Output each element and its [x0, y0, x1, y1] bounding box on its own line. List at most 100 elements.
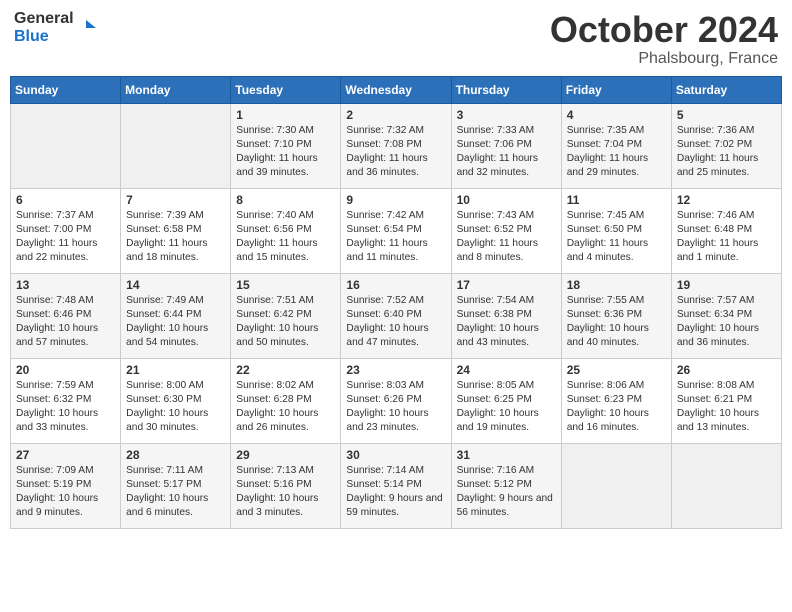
day-detail: Sunrise: 7:40 AM Sunset: 6:56 PM Dayligh…: [236, 209, 335, 266]
day-number: 2: [346, 108, 445, 122]
weekday-header-row: SundayMondayTuesdayWednesdayThursdayFrid…: [11, 76, 782, 103]
day-detail: Sunrise: 8:03 AM Sunset: 6:26 PM Dayligh…: [346, 379, 445, 436]
day-detail: Sunrise: 7:35 AM Sunset: 7:04 PM Dayligh…: [567, 124, 666, 181]
day-detail: Sunrise: 8:06 AM Sunset: 6:23 PM Dayligh…: [567, 379, 666, 436]
calendar-day-cell: [121, 103, 231, 188]
calendar-day-cell: 19Sunrise: 7:57 AM Sunset: 6:34 PM Dayli…: [671, 273, 781, 358]
day-number: 23: [346, 363, 445, 377]
logo: General Blue: [14, 10, 98, 47]
calendar-day-cell: 17 Sunrise: 7:54 AM Sunset: 6:38 PM Dayli…: [451, 273, 561, 358]
calendar-day-cell: 21 Sunrise: 8:00 AM Sunset: 6:30 PM Dayli…: [121, 358, 231, 443]
calendar-day-cell: 16 Sunrise: 7:52 AM Sunset: 6:40 PM Dayli…: [341, 273, 451, 358]
day-number: 4: [567, 108, 666, 122]
day-number: 20: [16, 363, 115, 377]
logo-blue: Blue: [14, 28, 49, 45]
day-number: 8: [236, 193, 335, 207]
calendar-day-cell: 13 Sunrise: 7:48 AM Sunset: 6:46 PM Dayli…: [11, 273, 121, 358]
day-detail: Sunrise: 7:49 AM Sunset: 6:44 PM Dayligh…: [126, 294, 225, 351]
calendar-day-cell: 22 Sunrise: 8:02 AM Sunset: 6:28 PM Dayli…: [231, 358, 341, 443]
calendar-week-row: 6 Sunrise: 7:37 AM Sunset: 7:00 PM Daylig…: [11, 188, 782, 273]
calendar-day-cell: 3 Sunrise: 7:33 AM Sunset: 7:06 PM Daylig…: [451, 103, 561, 188]
day-detail: Sunrise: 7:37 AM Sunset: 7:00 PM Dayligh…: [16, 209, 115, 266]
day-detail: Sunrise: 7:43 AM Sunset: 6:52 PM Dayligh…: [457, 209, 556, 266]
day-detail: Sunrise: 7:39 AM Sunset: 6:58 PM Dayligh…: [126, 209, 225, 266]
day-number: 17: [457, 278, 556, 292]
day-number: 9: [346, 193, 445, 207]
day-number: 1: [236, 108, 335, 122]
logo-general: General: [14, 10, 74, 27]
page-header: General Blue October 2024 Phalsbourg, Fr…: [10, 10, 782, 68]
day-detail: Sunrise: 7:54 AM Sunset: 6:38 PM Dayligh…: [457, 294, 556, 351]
day-detail: Sunrise: 7:14 AM Sunset: 5:14 PM Dayligh…: [346, 464, 445, 521]
day-number: 29: [236, 448, 335, 462]
calendar-day-cell: 5Sunrise: 7:36 AM Sunset: 7:02 PM Daylig…: [671, 103, 781, 188]
day-number: 31: [457, 448, 556, 462]
day-detail: Sunrise: 7:11 AM Sunset: 5:17 PM Dayligh…: [126, 464, 225, 521]
day-number: 22: [236, 363, 335, 377]
calendar-day-cell: 10 Sunrise: 7:43 AM Sunset: 6:52 PM Dayli…: [451, 188, 561, 273]
calendar-table: SundayMondayTuesdayWednesdayThursdayFrid…: [10, 76, 782, 529]
day-number: 26: [677, 363, 776, 377]
day-detail: Sunrise: 8:08 AM Sunset: 6:21 PM Dayligh…: [677, 379, 776, 436]
calendar-week-row: 1 Sunrise: 7:30 AM Sunset: 7:10 PM Daylig…: [11, 103, 782, 188]
calendar-day-cell: 25 Sunrise: 8:06 AM Sunset: 6:23 PM Dayli…: [561, 358, 671, 443]
day-number: 28: [126, 448, 225, 462]
day-number: 3: [457, 108, 556, 122]
calendar-day-cell: 1 Sunrise: 7:30 AM Sunset: 7:10 PM Daylig…: [231, 103, 341, 188]
day-number: 24: [457, 363, 556, 377]
day-number: 25: [567, 363, 666, 377]
calendar-day-cell: [11, 103, 121, 188]
weekday-header: Saturday: [671, 76, 781, 103]
day-detail: Sunrise: 7:32 AM Sunset: 7:08 PM Dayligh…: [346, 124, 445, 181]
day-number: 6: [16, 193, 115, 207]
day-detail: Sunrise: 7:16 AM Sunset: 5:12 PM Dayligh…: [457, 464, 556, 521]
weekday-header: Friday: [561, 76, 671, 103]
day-number: 12: [677, 193, 776, 207]
calendar-day-cell: 14 Sunrise: 7:49 AM Sunset: 6:44 PM Dayli…: [121, 273, 231, 358]
day-detail: Sunrise: 7:36 AM Sunset: 7:02 PM Dayligh…: [677, 124, 776, 181]
day-detail: Sunrise: 7:55 AM Sunset: 6:36 PM Dayligh…: [567, 294, 666, 351]
day-detail: Sunrise: 7:59 AM Sunset: 6:32 PM Dayligh…: [16, 379, 115, 436]
day-number: 27: [16, 448, 115, 462]
calendar-day-cell: [561, 443, 671, 528]
day-detail: Sunrise: 8:02 AM Sunset: 6:28 PM Dayligh…: [236, 379, 335, 436]
day-number: 10: [457, 193, 556, 207]
day-detail: Sunrise: 7:52 AM Sunset: 6:40 PM Dayligh…: [346, 294, 445, 351]
calendar-day-cell: 7Sunrise: 7:39 AM Sunset: 6:58 PM Daylig…: [121, 188, 231, 273]
day-detail: Sunrise: 7:13 AM Sunset: 5:16 PM Dayligh…: [236, 464, 335, 521]
calendar-day-cell: 8 Sunrise: 7:40 AM Sunset: 6:56 PM Daylig…: [231, 188, 341, 273]
day-number: 15: [236, 278, 335, 292]
calendar-day-cell: 4 Sunrise: 7:35 AM Sunset: 7:04 PM Daylig…: [561, 103, 671, 188]
day-detail: Sunrise: 7:33 AM Sunset: 7:06 PM Dayligh…: [457, 124, 556, 181]
location: Phalsbourg, France: [550, 50, 778, 68]
weekday-header: Thursday: [451, 76, 561, 103]
logo-arrow-icon: [78, 18, 98, 38]
calendar-day-cell: 26 Sunrise: 8:08 AM Sunset: 6:21 PM Dayli…: [671, 358, 781, 443]
calendar-day-cell: 24Sunrise: 8:05 AM Sunset: 6:25 PM Dayli…: [451, 358, 561, 443]
day-detail: Sunrise: 7:30 AM Sunset: 7:10 PM Dayligh…: [236, 124, 335, 181]
weekday-header: Sunday: [11, 76, 121, 103]
day-detail: Sunrise: 7:45 AM Sunset: 6:50 PM Dayligh…: [567, 209, 666, 266]
month-title: October 2024: [550, 10, 778, 50]
day-number: 11: [567, 193, 666, 207]
day-detail: Sunrise: 7:48 AM Sunset: 6:46 PM Dayligh…: [16, 294, 115, 351]
day-number: 30: [346, 448, 445, 462]
day-detail: Sunrise: 8:00 AM Sunset: 6:30 PM Dayligh…: [126, 379, 225, 436]
day-detail: Sunrise: 7:57 AM Sunset: 6:34 PM Dayligh…: [677, 294, 776, 351]
day-detail: Sunrise: 7:42 AM Sunset: 6:54 PM Dayligh…: [346, 209, 445, 266]
calendar-day-cell: 23 Sunrise: 8:03 AM Sunset: 6:26 PM Dayli…: [341, 358, 451, 443]
day-number: 16: [346, 278, 445, 292]
calendar-day-cell: 2 Sunrise: 7:32 AM Sunset: 7:08 PM Daylig…: [341, 103, 451, 188]
calendar-day-cell: 28 Sunrise: 7:11 AM Sunset: 5:17 PM Dayli…: [121, 443, 231, 528]
calendar-week-row: 13 Sunrise: 7:48 AM Sunset: 6:46 PM Dayli…: [11, 273, 782, 358]
day-number: 14: [126, 278, 225, 292]
calendar-day-cell: 12 Sunrise: 7:46 AM Sunset: 6:48 PM Dayli…: [671, 188, 781, 273]
calendar-day-cell: 15 Sunrise: 7:51 AM Sunset: 6:42 PM Dayli…: [231, 273, 341, 358]
day-number: 13: [16, 278, 115, 292]
day-detail: Sunrise: 7:51 AM Sunset: 6:42 PM Dayligh…: [236, 294, 335, 351]
day-detail: Sunrise: 7:46 AM Sunset: 6:48 PM Dayligh…: [677, 209, 776, 266]
day-number: 21: [126, 363, 225, 377]
title-block: October 2024 Phalsbourg, France: [550, 10, 778, 68]
calendar-day-cell: 29 Sunrise: 7:13 AM Sunset: 5:16 PM Dayli…: [231, 443, 341, 528]
calendar-day-cell: 18Sunrise: 7:55 AM Sunset: 6:36 PM Dayli…: [561, 273, 671, 358]
